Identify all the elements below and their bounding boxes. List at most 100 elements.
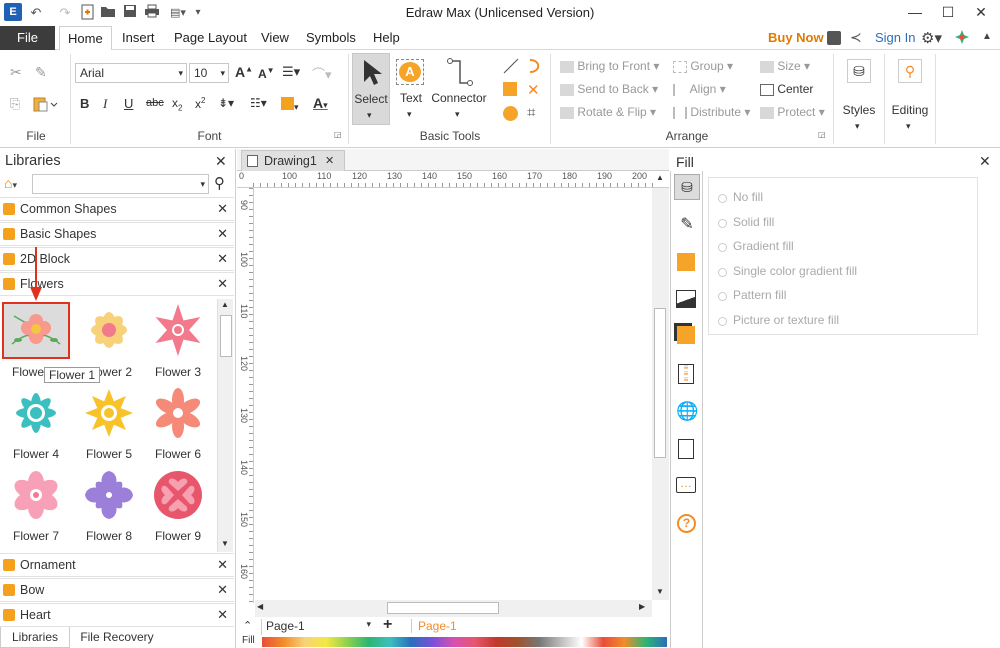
- horizontal-scrollbar[interactable]: ◀ ▶: [255, 600, 652, 617]
- document-tab-drawing1[interactable]: Drawing1 ✕: [241, 150, 345, 172]
- shape-flower-4[interactable]: [4, 385, 68, 442]
- cut-icon[interactable]: ✂: [10, 64, 22, 81]
- highlight-icon[interactable]: ▾: [281, 97, 303, 112]
- font-size-select[interactable]: 10 ▾: [189, 63, 229, 83]
- arc-tool-icon[interactable]: [527, 58, 543, 77]
- fill-option-gradient[interactable]: Gradient fill: [709, 234, 977, 259]
- scroll-left-arrow-icon[interactable]: ◀: [257, 602, 263, 611]
- page-select[interactable]: Page-1 ▾: [261, 619, 373, 635]
- font-color-icon[interactable]: A▾: [313, 95, 328, 111]
- tab-help[interactable]: Help: [365, 26, 408, 50]
- subscript-icon[interactable]: x2: [172, 96, 182, 112]
- close-icon[interactable]: ✕: [217, 604, 228, 626]
- group-button[interactable]: Group ▾: [673, 59, 733, 73]
- close-icon[interactable]: ✕: [217, 273, 228, 295]
- shape-flower-3[interactable]: [146, 302, 210, 359]
- buy-cart-icon[interactable]: [827, 31, 841, 45]
- buy-now-link[interactable]: Buy Now: [760, 26, 832, 50]
- connector-tool-button[interactable]: Connector ▾: [430, 53, 488, 125]
- close-libraries-icon[interactable]: ✕: [215, 153, 227, 170]
- line-spacing-icon[interactable]: ⌒▾: [312, 64, 332, 83]
- tab-page-layout[interactable]: Page Layout: [166, 26, 255, 50]
- library-section-bow[interactable]: Bow ✕: [0, 578, 234, 602]
- tab-insert[interactable]: Insert: [114, 26, 163, 50]
- plugin-icon[interactable]: [955, 30, 969, 44]
- fill-option-picture-texture[interactable]: Picture or texture fill: [709, 308, 977, 333]
- underline-icon[interactable]: U: [124, 96, 133, 111]
- distribute-button[interactable]: Distribute ▾: [673, 105, 750, 119]
- tab-symbols[interactable]: Symbols: [298, 26, 364, 50]
- close-icon[interactable]: ✕: [217, 223, 228, 245]
- format-painter-icon[interactable]: ✎: [35, 64, 47, 81]
- page-tab-active[interactable]: Page-1: [411, 619, 457, 633]
- shape-flower-5[interactable]: [77, 385, 141, 442]
- search-icon[interactable]: ⚲: [214, 174, 225, 192]
- fill-option-solid[interactable]: Solid fill: [709, 210, 977, 235]
- ellipse-tool-icon[interactable]: [503, 106, 518, 121]
- line-tool-icon[interactable]: [503, 58, 519, 77]
- library-search-input[interactable]: ▾: [32, 174, 209, 194]
- library-home-icon[interactable]: ⌂▾: [4, 175, 17, 191]
- color-palette[interactable]: [262, 637, 667, 647]
- shape-flower-6[interactable]: [146, 385, 210, 442]
- shape-flower-8[interactable]: [77, 467, 141, 524]
- close-fill-panel-icon[interactable]: ✕: [979, 153, 991, 170]
- fill-option-no-fill[interactable]: No fill: [709, 185, 977, 210]
- shape-flower-1[interactable]: [2, 302, 70, 359]
- scroll-down-arrow-icon[interactable]: ▼: [656, 587, 664, 596]
- align-button[interactable]: Align ▾: [673, 82, 726, 96]
- close-icon[interactable]: ✕: [217, 579, 228, 601]
- share-icon[interactable]: ≺: [850, 29, 862, 46]
- sign-in-link[interactable]: Sign In: [867, 26, 923, 50]
- italic-icon[interactable]: I: [103, 96, 107, 112]
- close-icon[interactable]: ✕: [217, 554, 228, 576]
- tab-home[interactable]: Home: [59, 26, 112, 51]
- indent-icon[interactable]: ⇟▾: [218, 96, 234, 110]
- arrange-dialog-launcher-icon[interactable]: ◲: [818, 130, 826, 139]
- shape-flower-2[interactable]: [77, 302, 141, 359]
- shape-flower-9[interactable]: [146, 467, 210, 524]
- library-scrollbar[interactable]: ▲ ▼: [217, 299, 233, 552]
- shape-flower-7[interactable]: [4, 467, 68, 524]
- paste-icon[interactable]: [33, 96, 59, 112]
- scroll-down-arrow-icon[interactable]: ▼: [221, 539, 229, 548]
- bullets-icon[interactable]: ☷▾: [250, 96, 267, 110]
- size-button[interactable]: Size ▾: [760, 59, 810, 73]
- ruler-scroll-up-icon[interactable]: ▲: [656, 173, 664, 182]
- scroll-up-arrow-icon[interactable]: ▲: [221, 300, 229, 309]
- crop-tool-icon[interactable]: ⌗: [527, 104, 535, 121]
- font-name-select[interactable]: Arial ▾: [75, 63, 187, 83]
- add-page-icon[interactable]: +: [383, 616, 392, 634]
- superscript-icon[interactable]: x2: [195, 96, 205, 111]
- tab-file[interactable]: File: [0, 26, 55, 50]
- scrollbar-thumb[interactable]: [387, 602, 499, 614]
- font-dialog-launcher-icon[interactable]: ◲: [334, 130, 342, 139]
- align-text-icon[interactable]: ☰▾: [282, 64, 300, 80]
- close-window-button[interactable]: ✕: [966, 2, 996, 22]
- vertical-scrollbar[interactable]: ▼: [652, 188, 669, 600]
- send-to-back-button[interactable]: Send to Back ▾: [560, 82, 658, 96]
- close-icon[interactable]: ✕: [217, 248, 228, 270]
- maximize-button[interactable]: ☐: [933, 2, 963, 22]
- scroll-right-arrow-icon[interactable]: ▶: [639, 602, 645, 611]
- styles-button[interactable]: ⛁ Styles ▾: [838, 55, 880, 135]
- scrollbar-thumb[interactable]: [654, 308, 666, 458]
- tab-libraries-bottom[interactable]: Libraries: [0, 627, 70, 648]
- rotate-flip-button[interactable]: Rotate & Flip ▾: [560, 105, 656, 119]
- close-icon[interactable]: ✕: [217, 198, 228, 220]
- select-tool-button[interactable]: Select ▾: [352, 53, 390, 125]
- center-button[interactable]: Center: [760, 82, 813, 96]
- fill-option-pattern[interactable]: Pattern fill: [709, 283, 977, 308]
- close-tab-icon[interactable]: ✕: [325, 154, 334, 167]
- minimize-button[interactable]: —: [900, 2, 930, 22]
- strikethrough-icon[interactable]: abc: [146, 97, 164, 109]
- fill-option-single-color-gradient[interactable]: Single color gradient fill: [709, 259, 977, 284]
- editing-button[interactable]: ⚲ Editing ▾: [889, 55, 931, 135]
- drawing-canvas[interactable]: [255, 188, 651, 600]
- library-section-basic-shapes[interactable]: Basic Shapes ✕: [0, 222, 234, 246]
- tab-view[interactable]: View: [253, 26, 297, 50]
- bring-to-front-button[interactable]: Bring to Front ▾: [560, 59, 659, 73]
- scrollbar-thumb[interactable]: [220, 315, 232, 357]
- ribbon-collapse-icon[interactable]: ▲: [982, 31, 992, 42]
- grow-font-icon[interactable]: A▲: [235, 64, 253, 80]
